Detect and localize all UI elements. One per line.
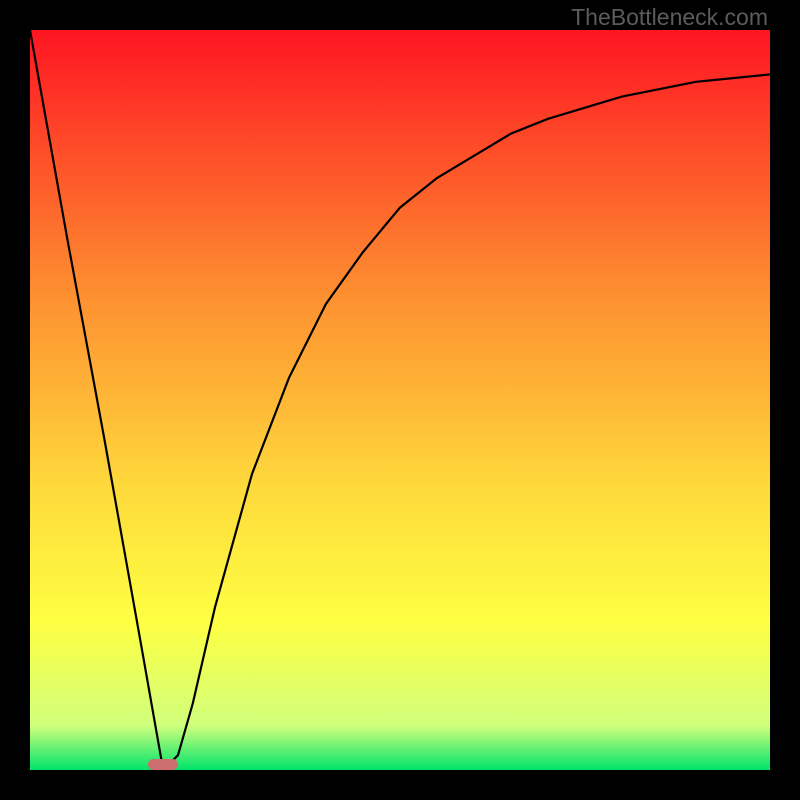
minimum-marker [148,759,178,770]
watermark-text: TheBottleneck.com [571,4,768,31]
bottleneck-chart [30,30,770,770]
chart-frame [30,30,770,770]
chart-background [30,30,770,770]
